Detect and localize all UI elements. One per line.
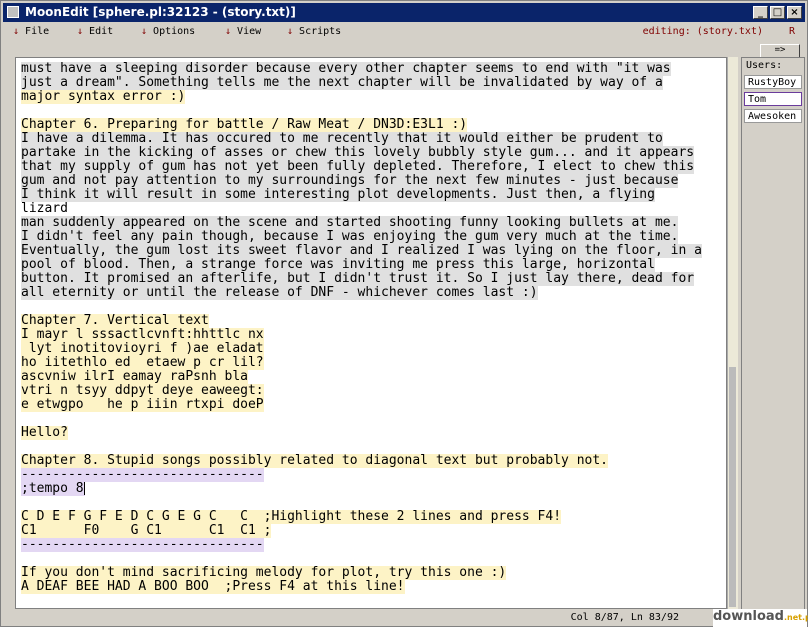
menu-arrow-icon: ↓ [13, 26, 26, 37]
close-button[interactable]: × [787, 6, 802, 19]
editor-line: If you don't mind sacrificing melody for… [21, 565, 507, 580]
text-cursor [83, 482, 85, 495]
app-icon [7, 6, 19, 18]
editor-line-current: ;tempo 8 [21, 481, 85, 496]
editing-status: editing: (story.txt) [642, 26, 763, 37]
editor-line: I have a dilemma. It has occured to me r… [21, 131, 663, 146]
editor-line: gum and not pay attention to my surround… [21, 173, 679, 188]
editor-line: just a dream". Something tells me the ne… [21, 75, 663, 90]
editor-line: ascvniw ilrI eamay raPsnh bla [21, 369, 248, 384]
editor-line: Hello? [21, 425, 68, 440]
editor-line: I mayr l sssactlcvnft:hhttlc nx [21, 327, 264, 342]
vertical-scrollbar[interactable] [727, 57, 738, 609]
users-toggle-button[interactable]: => [760, 44, 800, 58]
title-bar[interactable]: MoonEdit [sphere.pl:32123 - (story.txt)]… [3, 3, 805, 22]
user-item[interactable]: Awesoken [744, 109, 802, 123]
user-item[interactable]: RustyBoy [744, 75, 802, 89]
editor-line: I think it will result in some interesti… [21, 187, 655, 202]
menu-scripts[interactable]: ↓ Scripts [287, 26, 341, 37]
minimize-button[interactable]: _ [753, 6, 768, 19]
editor-line: lyt inotitovioyri f )ae eladat [21, 341, 264, 356]
editor-line: major syntax error :) [21, 89, 186, 104]
editor-line: must have a sleeping disorder because ev… [21, 61, 671, 76]
editor-line: Chapter 7. Vertical text [21, 313, 209, 328]
editor-line: C1 F0 G C1 C1 C1 ; [21, 523, 272, 538]
editor-line: e etwgpo he p iiin rtxpi doeP [21, 397, 264, 412]
menu-arrow-icon: ↓ [287, 26, 300, 37]
editor-line: man suddenly appeared on the scene and s… [21, 215, 679, 230]
editor-line: ------------------------------- [21, 537, 264, 552]
status-bar: Col 8/87, Ln 83/92 [3, 611, 709, 625]
editor-line: lizard [21, 201, 68, 216]
editor-line: partake in the kicking of asses or chew … [21, 145, 695, 160]
editor-line: all eternity or until the release of DNF… [21, 285, 538, 300]
editor-line: C D E F G F E D C G E G C C ;Highlight t… [21, 509, 562, 524]
editor-line: vtri n tsyy ddpyt deye eaweegt: [21, 383, 264, 398]
menu-arrow-icon: ↓ [225, 26, 238, 37]
editor-line: that my supply of gum has not yet been f… [21, 159, 695, 174]
editor-line: button. It promised an afterlife, but I … [21, 271, 695, 286]
scrollbar-thumb[interactable] [729, 367, 736, 607]
editor-line: A DEAF BEE HAD A BOO BOO ;Press F4 at th… [21, 579, 405, 594]
menu-bar: ↓ File ↓ Edit ↓ Options ↓ View ↓ Scripts… [3, 23, 805, 41]
read-indicator: R [788, 26, 795, 37]
user-item-selected[interactable]: Tom [744, 92, 802, 106]
users-label: Users: [746, 60, 783, 71]
editor-line: Chapter 8. Stupid songs possibly related… [21, 453, 608, 468]
app-window: MoonEdit [sphere.pl:32123 - (story.txt)]… [0, 0, 808, 627]
maximize-button[interactable]: □ [770, 6, 785, 19]
editor-line: pool of blood. Then, a strange force was… [21, 257, 655, 272]
window-title: MoonEdit [sphere.pl:32123 - (story.txt)] [25, 5, 296, 19]
menu-edit[interactable]: ↓ Edit [77, 26, 113, 37]
cursor-position: Col 8/87, Ln 83/92 [570, 612, 679, 623]
menu-options[interactable]: ↓ Options [141, 26, 195, 37]
editor-line: Chapter 6. Preparing for battle / Raw Me… [21, 117, 468, 132]
menu-view[interactable]: ↓ View [225, 26, 261, 37]
text-editor[interactable]: must have a sleeping disorder because ev… [15, 57, 727, 609]
menu-file[interactable]: ↓ File [13, 26, 49, 37]
users-panel: Users: RustyBoy Tom Awesoken [741, 57, 805, 611]
menu-arrow-icon: ↓ [141, 26, 154, 37]
menu-arrow-icon: ↓ [77, 26, 90, 37]
editor-line: ho iitethlo ed etaew p cr lil? [21, 355, 264, 370]
editor-line: ------------------------------- [21, 467, 264, 482]
editor-line: Eventually, the gum lost its sweet flavo… [21, 243, 702, 258]
editor-line: I didn't feel any pain though, because I… [21, 229, 679, 244]
watermark-logo: download.net.pl [713, 609, 808, 627]
